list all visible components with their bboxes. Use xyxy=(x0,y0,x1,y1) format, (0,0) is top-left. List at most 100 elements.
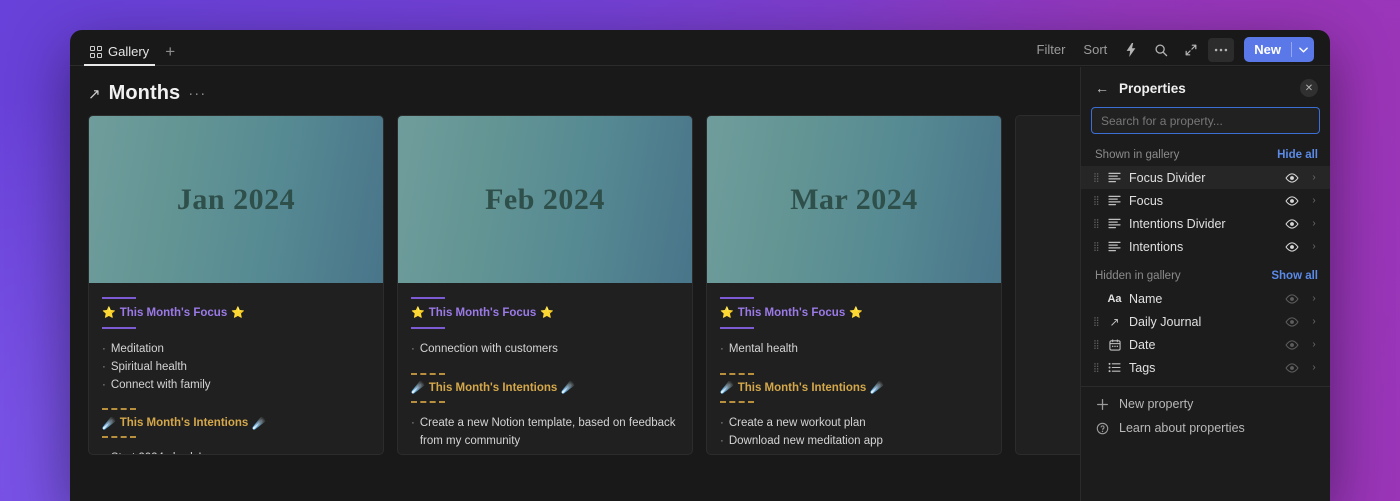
eye-icon[interactable] xyxy=(1283,241,1301,252)
chevron-right-icon[interactable]: › xyxy=(1308,339,1320,350)
property-row-name[interactable]: Aa Name › xyxy=(1081,287,1330,310)
gallery-card[interactable]: Mar 2024 ⭐ This Month's Focus ⭐ · Mental … xyxy=(706,115,1002,455)
drag-handle-icon[interactable]: ⣿ xyxy=(1093,241,1100,250)
drag-handle-icon[interactable]: ⣿ xyxy=(1093,172,1100,181)
star-icon: ⭐ xyxy=(411,307,425,320)
close-icon[interactable]: ✕ xyxy=(1300,79,1318,97)
new-button[interactable]: New xyxy=(1244,37,1314,62)
property-row-intentions[interactable]: ⣿ Intentions › xyxy=(1081,235,1330,258)
page-more-icon[interactable]: ··· xyxy=(188,85,206,102)
show-all-button[interactable]: Show all xyxy=(1271,270,1318,282)
card-body: ⭐ This Month's Focus ⭐ · Connection with … xyxy=(398,283,692,450)
comet-icon: ☄️ xyxy=(411,382,425,395)
intentions-divider-top xyxy=(102,408,136,411)
search-input[interactable]: Search for a property... xyxy=(1091,107,1320,134)
drag-handle-icon[interactable]: ⣿ xyxy=(1093,218,1100,227)
lightning-icon[interactable] xyxy=(1118,38,1144,62)
eye-icon[interactable] xyxy=(1283,316,1301,327)
intentions-heading-label: This Month's Intentions xyxy=(119,417,249,430)
comet-icon: ☄️ xyxy=(720,382,734,395)
eye-icon[interactable] xyxy=(1283,362,1301,373)
sort-button[interactable]: Sort xyxy=(1076,38,1114,61)
focus-heading-label: This Month's Focus xyxy=(119,307,228,319)
page-title[interactable]: Months xyxy=(109,82,181,105)
chevron-right-icon[interactable]: › xyxy=(1308,316,1320,327)
more-options-icon[interactable] xyxy=(1208,37,1235,62)
focus-divider-bottom xyxy=(102,326,136,329)
drag-handle-icon[interactable]: ⣿ xyxy=(1093,195,1100,204)
hide-all-button[interactable]: Hide all xyxy=(1277,149,1318,161)
intentions-heading-label: This Month's Intentions xyxy=(737,381,867,394)
list-item: · Download new meditation app xyxy=(720,434,883,447)
shown-section-header: Shown in gallery Hide all xyxy=(1081,144,1330,166)
eye-icon[interactable] xyxy=(1283,218,1301,229)
intentions-divider-bottom xyxy=(102,436,136,439)
gallery-card[interactable]: Jan 2024 ⭐ This Month's Focus ⭐ · Meditat… xyxy=(88,115,384,455)
property-row-tags[interactable]: ⣿ Tags › xyxy=(1081,356,1330,379)
panel-title: Properties xyxy=(1119,80,1186,96)
chevron-right-icon[interactable]: › xyxy=(1308,172,1320,183)
eye-icon[interactable] xyxy=(1283,293,1301,304)
property-name: Tags xyxy=(1129,360,1156,375)
eye-icon[interactable] xyxy=(1283,339,1301,350)
card-cover: Feb 2024 xyxy=(398,116,692,283)
link-arrow-icon: ↗ xyxy=(88,85,101,103)
filter-button[interactable]: Filter xyxy=(1030,38,1073,61)
eye-icon[interactable] xyxy=(1283,195,1301,206)
plus-icon xyxy=(1095,398,1110,411)
star-icon: ⭐ xyxy=(102,307,116,320)
card-cover-title: Feb 2024 xyxy=(485,182,605,216)
drag-handle-icon[interactable]: ⣿ xyxy=(1093,339,1100,348)
intentions-heading: ☄️ This Month's Intentions ☄️ xyxy=(720,381,988,396)
date-property-icon xyxy=(1107,338,1122,351)
add-view-button[interactable]: + xyxy=(161,43,179,66)
chevron-down-icon[interactable] xyxy=(1292,37,1314,62)
chevron-right-icon[interactable]: › xyxy=(1308,241,1320,252)
list-item: · Spiritual health xyxy=(102,360,187,373)
shown-section-label: Shown in gallery xyxy=(1095,149,1180,161)
intentions-items: ·Start 2024 slowly! xyxy=(102,450,370,454)
star-icon: ⭐ xyxy=(720,307,734,320)
new-button-label: New xyxy=(1254,42,1281,57)
question-circle-icon xyxy=(1095,422,1110,435)
property-row-date[interactable]: ⣿ Date › xyxy=(1081,333,1330,356)
view-tabs: Gallery + xyxy=(83,43,179,66)
drag-handle-icon[interactable]: ⣿ xyxy=(1093,362,1100,371)
new-property-button[interactable]: New property xyxy=(1081,392,1330,416)
gallery-card[interactable]: Feb 2024 ⭐ This Month's Focus ⭐ · Connect… xyxy=(397,115,693,455)
property-row-focus[interactable]: ⣿ Focus › xyxy=(1081,189,1330,212)
intentions-heading: ☄️ This Month's Intentions ☄️ xyxy=(411,381,679,396)
intentions-heading-label: This Month's Intentions xyxy=(428,381,558,394)
card-body: ⭐ This Month's Focus ⭐ · Meditation · Spir… xyxy=(89,283,383,454)
expand-icon[interactable] xyxy=(1178,38,1204,62)
chevron-right-icon[interactable]: › xyxy=(1308,195,1320,206)
text-property-icon xyxy=(1107,218,1122,229)
property-name: Intentions Divider xyxy=(1129,216,1226,231)
drag-handle-icon[interactable]: ⣿ xyxy=(1093,316,1100,325)
text-property-icon xyxy=(1107,172,1122,183)
chevron-right-icon[interactable]: › xyxy=(1308,218,1320,229)
focus-divider-bottom xyxy=(411,326,445,329)
property-row-focus-divider[interactable]: ⣿ Focus Divider › xyxy=(1081,166,1330,189)
back-arrow-icon[interactable]: ← xyxy=(1095,80,1109,96)
chevron-right-icon[interactable]: › xyxy=(1308,362,1320,373)
tab-gallery[interactable]: Gallery xyxy=(83,44,156,66)
property-row-daily-journal[interactable]: ⣿ ↗ Daily Journal › xyxy=(1081,310,1330,333)
text-property-icon xyxy=(1107,195,1122,206)
focus-divider-top xyxy=(411,297,445,299)
intentions-heading: ☄️ This Month's Intentions ☄️ xyxy=(102,416,370,431)
search-icon[interactable] xyxy=(1148,38,1174,62)
hidden-section-header: Hidden in gallery Show all xyxy=(1081,258,1330,287)
focus-heading: ⭐ This Month's Focus ⭐ xyxy=(411,306,679,321)
property-row-intentions-divider[interactable]: ⣿ Intentions Divider › xyxy=(1081,212,1330,235)
notion-window: Gallery + Filter Sort New ↗ Months ··· J… xyxy=(70,30,1330,501)
multiselect-property-icon xyxy=(1107,362,1122,373)
intentions-items: · Create a new Notion template, based on … xyxy=(411,415,679,451)
intentions-divider-top xyxy=(720,372,754,375)
chevron-right-icon[interactable]: › xyxy=(1308,293,1320,304)
learn-about-properties-button[interactable]: Learn about properties xyxy=(1081,416,1330,440)
eye-icon[interactable] xyxy=(1283,172,1301,183)
focus-items: · Meditation · Spiritual health · Connect w… xyxy=(102,341,370,394)
